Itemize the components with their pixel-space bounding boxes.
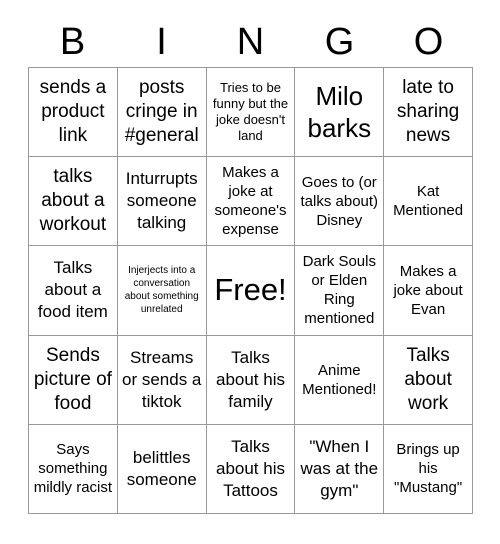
bingo-cell-label: Anime Mentioned!: [302, 361, 377, 398]
bingo-header-letter-b: B: [59, 21, 86, 63]
bingo-cell-label: Says something mildly racist: [33, 441, 113, 497]
bingo-cell[interactable]: Injerjects into a conversation about som…: [117, 246, 207, 336]
bingo-cell-label: Talks about his Tattoos: [215, 436, 285, 500]
bingo-cell[interactable]: posts cringe in #general: [117, 68, 207, 158]
bingo-cell-label: sends a product link: [39, 77, 107, 147]
bingo-cell[interactable]: belittles someone: [117, 424, 207, 514]
bingo-header: B I N G O: [28, 18, 473, 66]
bingo-cell[interactable]: Kat Mentioned: [384, 157, 473, 247]
bingo-cell[interactable]: Inturrupts someone talking: [117, 157, 207, 247]
bingo-cell[interactable]: Anime Mentioned!: [295, 335, 385, 425]
bingo-cell[interactable]: Goes to (or talks about) Disney: [295, 157, 385, 247]
bingo-header-letter-n: N: [236, 21, 265, 63]
bingo-cell-label: Milo barks: [307, 81, 372, 144]
bingo-cell-label: late to sharing news: [396, 77, 460, 147]
bingo-cell[interactable]: late to sharing news: [384, 68, 473, 158]
bingo-cell[interactable]: Talks about his family: [206, 335, 296, 425]
bingo-cell-label: posts cringe in #general: [124, 77, 199, 147]
bingo-cell[interactable]: Sends picture of food: [29, 335, 118, 425]
bingo-cell-label: Talks about work: [404, 344, 452, 414]
bingo-cell[interactable]: Says something mildly racist: [29, 424, 118, 514]
bingo-cell[interactable]: sends a product link: [29, 68, 118, 158]
bingo-cell-label: Talks about his family: [215, 347, 285, 411]
bingo-cell-label: Makes a joke about Evan: [393, 262, 463, 318]
bingo-cell[interactable]: Tries to be funny but the joke doesn't l…: [206, 68, 296, 158]
bingo-card: B I N G O sends a product link posts crin…: [0, 0, 500, 544]
bingo-cell-label: Makes a joke at someone's expense: [214, 164, 287, 239]
bingo-cell-label: belittles someone: [126, 447, 197, 489]
bingo-header-letter-i: I: [156, 21, 167, 63]
bingo-cell-label: Dark Souls or Elden Ring mentioned: [302, 253, 376, 328]
bingo-cell-label: Free!: [214, 272, 287, 308]
bingo-cell-label: Kat Mentioned: [393, 183, 464, 220]
bingo-cell[interactable]: Talks about work: [384, 335, 473, 425]
bingo-cell[interactable]: "When I was at the gym": [295, 424, 385, 514]
bingo-grid: sends a product link posts cringe in #gen…: [28, 67, 473, 514]
bingo-cell[interactable]: Brings up his "Mustang": [384, 424, 473, 514]
bingo-cell-free[interactable]: Free!: [206, 246, 296, 336]
bingo-cell[interactable]: Dark Souls or Elden Ring mentioned: [295, 246, 385, 336]
bingo-cell-label: Sends picture of food: [33, 344, 112, 414]
bingo-cell-label: Streams or sends a tiktok: [122, 347, 202, 411]
bingo-cell[interactable]: Talks about his Tattoos: [206, 424, 296, 514]
bingo-header-letter-o: O: [413, 21, 444, 63]
bingo-cell[interactable]: Makes a joke at someone's expense: [206, 157, 296, 247]
bingo-cell[interactable]: Talks about a food item: [29, 246, 118, 336]
bingo-cell[interactable]: Milo barks: [295, 68, 385, 158]
bingo-cell-label: Goes to (or talks about) Disney: [300, 173, 379, 229]
bingo-cell-label: Inturrupts someone talking: [125, 169, 198, 233]
bingo-cell[interactable]: Streams or sends a tiktok: [117, 335, 207, 425]
bingo-cell-label: talks about a workout: [39, 166, 107, 236]
bingo-cell[interactable]: talks about a workout: [29, 157, 118, 247]
bingo-cell-label: "When I was at the gym": [300, 436, 379, 500]
bingo-cell-label: Tries to be funny but the joke doesn't l…: [212, 80, 289, 144]
bingo-cell-label: Injerjects into a conversation about som…: [124, 265, 199, 316]
bingo-header-letter-g: G: [324, 21, 355, 63]
bingo-cell-label: Talks about a food item: [37, 258, 108, 322]
bingo-cell[interactable]: Makes a joke about Evan: [384, 246, 473, 336]
bingo-cell-label: Brings up his "Mustang": [394, 441, 463, 497]
